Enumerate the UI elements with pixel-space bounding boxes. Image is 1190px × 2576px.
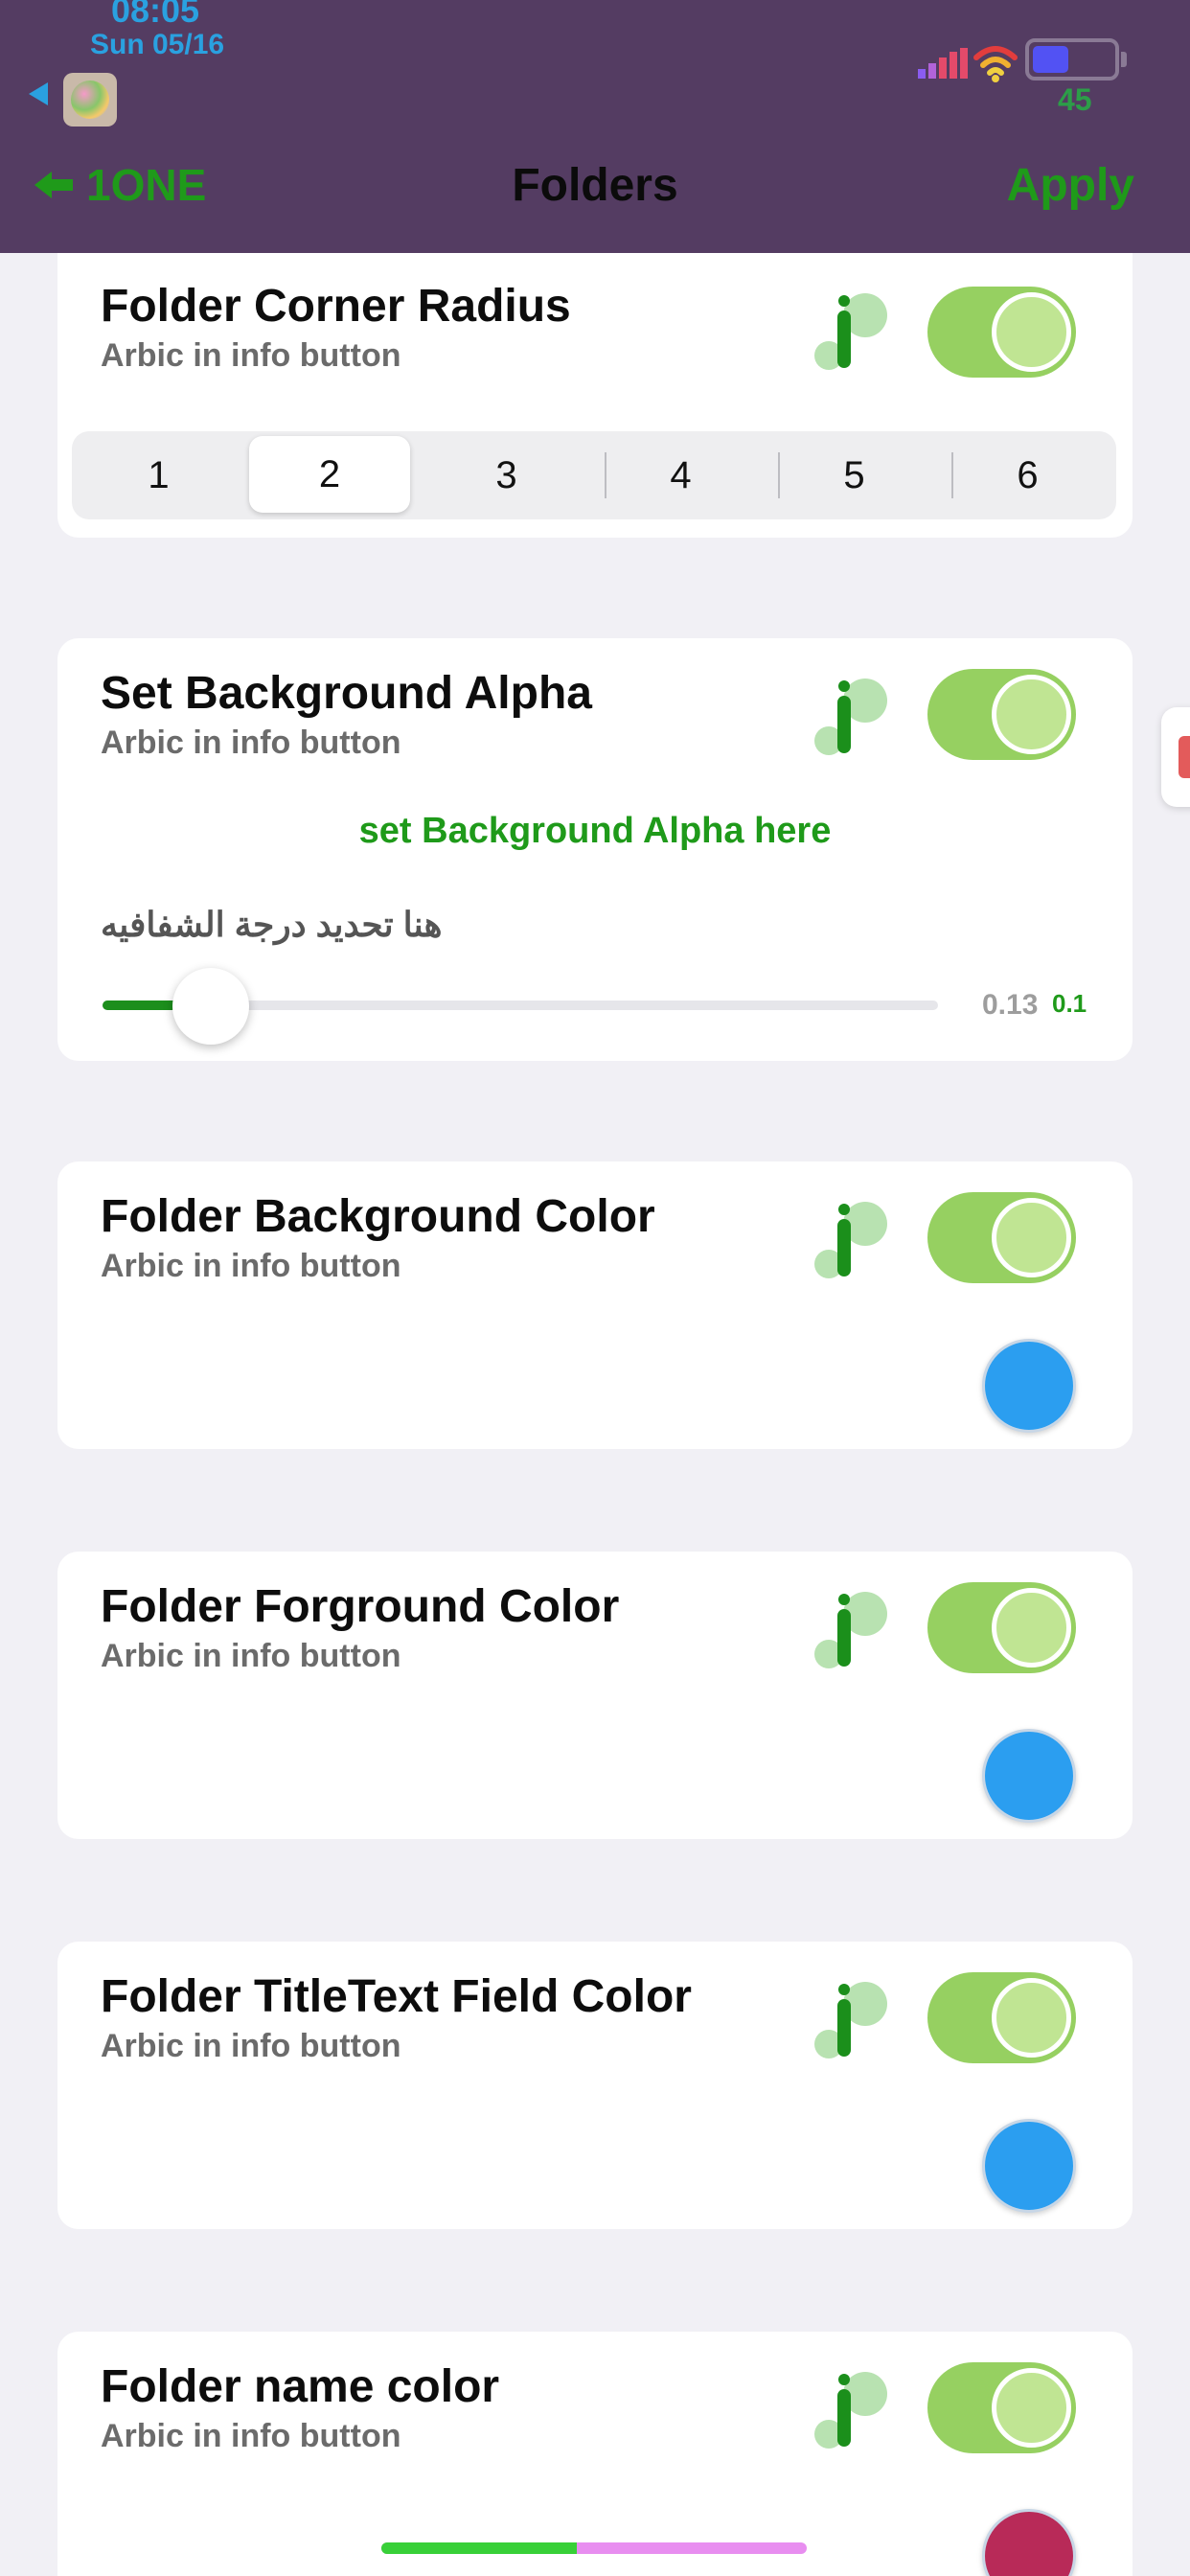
- segment-5[interactable]: 5: [767, 431, 941, 519]
- card-subtitle: Arbic in info button: [101, 337, 401, 374]
- card-subtitle: Arbic in info button: [101, 2418, 401, 2454]
- info-icon[interactable]: [814, 1592, 891, 1672]
- toggle-knob: [992, 292, 1071, 372]
- segment-1[interactable]: 1: [72, 431, 245, 519]
- alpha-slider-thumb[interactable]: [172, 968, 249, 1045]
- name-color-card: Folder name color Arbic in info button: [57, 2332, 1133, 2576]
- app-thumbnail-icon[interactable]: [63, 73, 117, 126]
- name-color-well[interactable]: [982, 2509, 1076, 2576]
- toggle-knob: [992, 2368, 1071, 2448]
- status-time: 08:05: [111, 0, 200, 30]
- apply-button[interactable]: Apply: [1007, 159, 1134, 212]
- card-title: Folder TitleText Field Color: [101, 1971, 692, 2022]
- wifi-icon: [973, 46, 1018, 82]
- toggle-knob: [992, 1978, 1071, 2058]
- card-title: Folder Corner Radius: [101, 281, 571, 332]
- background-color-well[interactable]: [982, 1339, 1076, 1433]
- info-icon[interactable]: [814, 678, 891, 759]
- folders-settings-screen: 08:05 Sun 05/16 45 1ONE Folders Apply Fo…: [0, 0, 1190, 2576]
- info-icon[interactable]: [814, 2372, 891, 2452]
- status-date: Sun 05/16: [90, 29, 225, 60]
- card-title: Folder Forground Color: [101, 1581, 620, 1632]
- alpha-arabic-label: هنا تحديد درجة الشفافيه: [101, 905, 443, 944]
- toggle-knob: [992, 1198, 1071, 1277]
- segment-2-selected[interactable]: 2: [249, 436, 410, 513]
- alpha-step: 0.1: [1052, 989, 1087, 1018]
- battery-percent: 45: [1058, 82, 1092, 117]
- header: 08:05 Sun 05/16 45 1ONE Folders Apply: [0, 0, 1190, 253]
- info-icon[interactable]: [814, 1982, 891, 2062]
- foreground-color-toggle[interactable]: [927, 1582, 1076, 1673]
- segment-3[interactable]: 3: [420, 431, 593, 519]
- title-text-field-color-well[interactable]: [982, 2119, 1076, 2213]
- back-to-app-icon[interactable]: [29, 82, 48, 105]
- background-color-card: Folder Background Color Arbic in info bu…: [57, 1162, 1133, 1449]
- card-title: Folder Background Color: [101, 1191, 655, 1242]
- title-text-field-color-card: Folder TitleText Field Color Arbic in in…: [57, 1942, 1133, 2229]
- background-alpha-card: Set Background Alpha Arbic in info butto…: [57, 638, 1133, 1061]
- info-icon[interactable]: [814, 293, 891, 374]
- toggle-knob: [992, 675, 1071, 754]
- side-panel-tab[interactable]: [1161, 707, 1190, 807]
- battery-level-fill: [1033, 46, 1068, 73]
- card-subtitle: Arbic in info button: [101, 724, 401, 761]
- toggle-knob: [992, 1588, 1071, 1668]
- battery-cap: [1121, 52, 1127, 67]
- corner-radius-segmented-control: 1 2 3 4 5 6: [72, 431, 1116, 519]
- foreground-color-well[interactable]: [982, 1729, 1076, 1823]
- set-alpha-link[interactable]: set Background Alpha here: [57, 811, 1133, 852]
- card-subtitle: Arbic in info button: [101, 2028, 401, 2064]
- cellular-signal-icon: [918, 48, 968, 79]
- corner-radius-card: Folder Corner Radius Arbic in info butto…: [57, 253, 1133, 538]
- card-title: Folder name color: [101, 2361, 500, 2412]
- name-color-progress-bar: [381, 2542, 807, 2554]
- segment-6[interactable]: 6: [941, 431, 1114, 519]
- card-title: Set Background Alpha: [101, 668, 592, 719]
- title-text-field-color-toggle[interactable]: [927, 1972, 1076, 2063]
- alpha-value: 0.13: [982, 989, 1039, 1021]
- foreground-color-card: Folder Forground Color Arbic in info but…: [57, 1552, 1133, 1839]
- battery-icon: [1025, 38, 1119, 80]
- corner-radius-toggle[interactable]: [927, 287, 1076, 378]
- info-icon[interactable]: [814, 1202, 891, 1282]
- name-color-toggle[interactable]: [927, 2362, 1076, 2453]
- card-subtitle: Arbic in info button: [101, 1638, 401, 1674]
- name-color-progress-fill: [381, 2542, 577, 2554]
- card-subtitle: Arbic in info button: [101, 1248, 401, 1284]
- background-alpha-toggle[interactable]: [927, 669, 1076, 760]
- segment-4[interactable]: 4: [594, 431, 767, 519]
- background-color-toggle[interactable]: [927, 1192, 1076, 1283]
